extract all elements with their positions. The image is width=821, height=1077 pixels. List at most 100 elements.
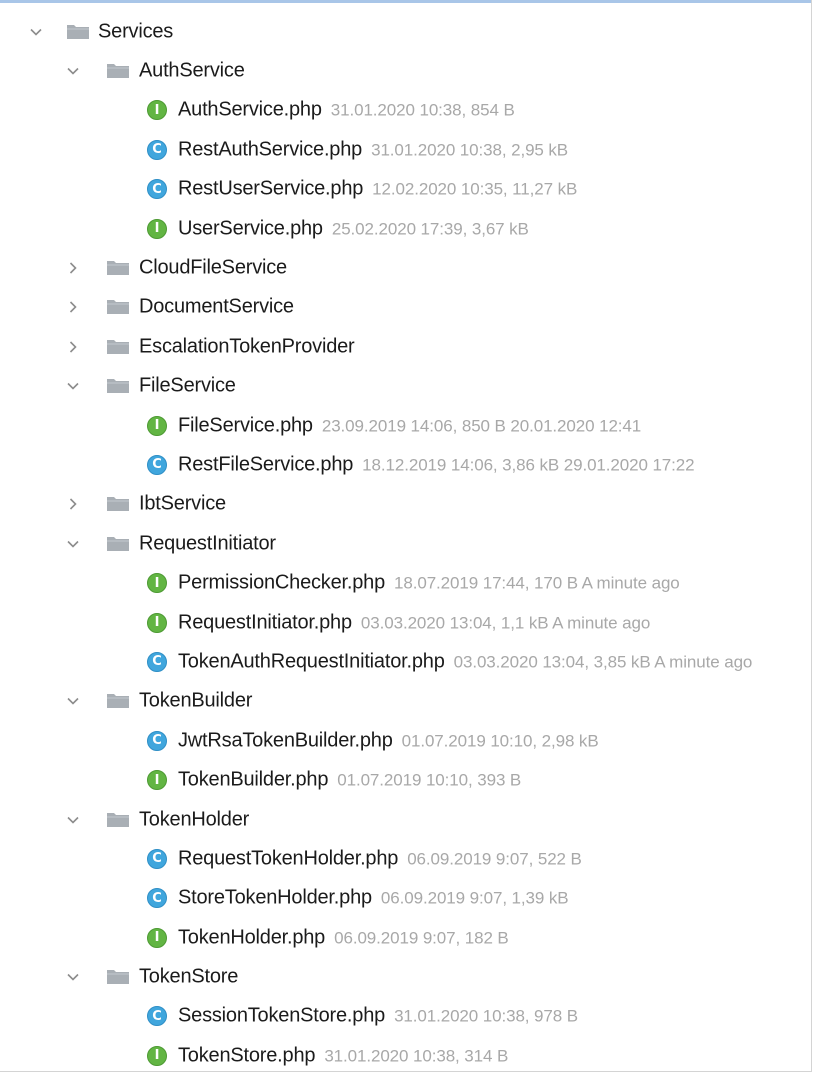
php-interface-icon: I [147,612,167,633]
tree-file[interactable]: C RequestTokenHolder.php 06.09.2019 9:07, … [0,839,811,878]
folder-icon [106,496,130,512]
tree-folder-token-builder[interactable]: TokenBuilder [0,682,811,721]
folder-icon [106,969,130,985]
tree-folder-request-initiator[interactable]: RequestInitiator [0,524,811,563]
file-label: StoreTokenHolder.php 06.09.2019 9:07, 1,3… [178,887,569,910]
folder-label: RequestInitiator [139,532,276,555]
file-meta: 06.09.2019 9:07, 522 B [407,849,582,869]
chevron-down-icon[interactable] [65,812,81,828]
file-name: JwtRsaTokenBuilder.php [178,729,393,752]
file-label: TokenHolder.php 06.09.2019 9:07, 182 B [178,926,509,949]
folder-icon [106,693,130,709]
chevron-down-icon[interactable] [65,693,81,709]
file-name: SessionTokenStore.php [178,1004,386,1027]
tree-file[interactable]: I FileService.php 23.09.2019 14:06, 850 B … [0,406,811,445]
php-class-icon: C [147,1006,167,1027]
tree-folder-token-store[interactable]: TokenStore [0,957,811,996]
tree-file[interactable]: C RestFileService.php 18.12.2019 14:06, 3,… [0,445,811,484]
file-name: RestFileService.php [178,453,354,476]
file-label: SessionTokenStore.php 31.01.2020 10:38, 9… [178,1005,578,1028]
file-name: FileService.php [178,414,313,437]
file-label: UserService.php 25.02.2020 17:39, 3,67 kB [178,217,529,240]
folder-label: TokenHolder [139,808,250,830]
tree-file[interactable]: I AuthService.php 31.01.2020 10:38, 854 B [0,91,811,130]
tree-file[interactable]: I TokenHolder.php 06.09.2019 9:07, 182 B [0,918,811,957]
tree-folder-auth-service[interactable]: AuthService [0,51,811,90]
file-label: AuthService.php 31.01.2020 10:38, 854 B [178,99,515,122]
php-class-icon: C [147,730,167,751]
tree-folder-document-service[interactable]: DocumentService [0,288,811,327]
file-label: FileService.php 23.09.2019 14:06, 850 B 2… [178,414,641,437]
file-label: RequestTokenHolder.php 06.09.2019 9:07, 5… [178,847,582,870]
file-name: RequestInitiator.php [178,611,352,634]
php-interface-icon: I [147,573,167,594]
folder-icon [106,536,130,552]
tree-folder-cloud-file-service[interactable]: CloudFileService [0,248,811,287]
tree-file[interactable]: C SessionTokenStore.php 31.01.2020 10:38, … [0,997,811,1036]
php-interface-icon: I [147,927,167,948]
tree-file[interactable]: I PermissionChecker.php 18.07.2019 17:44, … [0,563,811,602]
php-class-icon: C [147,179,167,200]
php-class-icon: C [147,848,167,869]
file-name: AuthService.php [178,98,322,121]
project-tree-panel: Services AuthService I AuthService.php 31.01… [0,0,812,1072]
file-label: RequestInitiator.php 03.03.2020 13:04, 1,… [178,611,650,634]
tree-file[interactable]: I TokenStore.php 31.01.2020 10:38, 314 B [0,1036,811,1071]
file-meta: 06.09.2019 9:07, 1,39 kB [380,888,569,908]
chevron-down-icon[interactable] [65,536,81,552]
folder-label: DocumentService [139,295,294,318]
tree-file[interactable]: C RestUserService.php 12.02.2020 10:35, 11… [0,170,811,209]
php-interface-icon: I [147,770,167,791]
chevron-right-icon[interactable] [65,260,81,276]
file-label: TokenBuilder.php 01.07.2019 10:10, 393 B [178,769,521,792]
project-tree: Services AuthService I AuthService.php 31.01… [0,12,811,1071]
tree-file[interactable]: I TokenBuilder.php 01.07.2019 10:10, 393 B [0,760,811,799]
tree-file[interactable]: I UserService.php 25.02.2020 17:39, 3,67 k… [0,209,811,248]
php-class-icon: C [147,888,167,909]
tree-folder-ibt-service[interactable]: IbtService [0,485,811,524]
file-meta: 31.01.2020 10:38, 978 B [394,1006,578,1026]
file-meta: 31.01.2020 10:38, 314 B [324,1046,509,1066]
chevron-down-icon[interactable] [65,378,81,394]
tree-folder-escalation-token-provider[interactable]: EscalationTokenProvider [0,327,811,366]
file-name: TokenBuilder.php [178,768,329,791]
folder-icon [106,63,130,79]
tree-file[interactable]: C RestAuthService.php 31.01.2020 10:38, 2,… [0,130,811,169]
php-interface-icon: I [147,1045,167,1066]
folder-label: TokenStore [139,965,239,988]
file-meta: 25.02.2020 17:39, 3,67 kB [331,219,529,239]
folder-label: FileService [139,374,236,397]
folder-label: AuthService [139,59,245,82]
tree-file[interactable]: C StoreTokenHolder.php 06.09.2019 9:07, 1,… [0,879,811,918]
chevron-right-icon[interactable] [65,339,81,355]
chevron-down-icon[interactable] [65,63,81,79]
file-name: StoreTokenHolder.php [178,886,372,909]
file-meta: 18.12.2019 14:06, 3,86 kB 29.01.2020 17:… [362,455,695,475]
chevron-down-icon[interactable] [28,24,44,40]
folder-label: Services [98,20,174,43]
tree-folder-token-holder[interactable]: TokenHolder [0,800,811,839]
file-label: RestUserService.php 12.02.2020 10:35, 11,… [178,178,577,201]
php-interface-icon: I [147,415,167,436]
folder-icon [106,260,130,276]
tree-folder-file-service[interactable]: FileService [0,367,811,406]
folder-icon [106,378,130,394]
php-class-icon: C [147,651,167,672]
file-name: TokenStore.php [178,1044,316,1067]
tree-file[interactable]: I RequestInitiator.php 03.03.2020 13:04, 1… [0,603,811,642]
folder-icon [106,299,130,315]
chevron-right-icon[interactable] [65,299,81,315]
tree-folder-services[interactable]: Services [0,12,811,51]
chevron-right-icon[interactable] [65,496,81,512]
chevron-down-icon[interactable] [65,969,81,985]
file-label: PermissionChecker.php 18.07.2019 17:44, 1… [178,572,680,595]
file-meta: 06.09.2019 9:07, 182 B [334,928,509,948]
folder-icon [66,24,90,40]
tree-file[interactable]: C TokenAuthRequestInitiator.php 03.03.2020… [0,642,811,681]
folder-label: CloudFileService [139,256,287,279]
file-label: TokenAuthRequestInitiator.php 03.03.2020 … [178,650,752,673]
file-name: TokenHolder.php [178,926,326,949]
tree-file[interactable]: C JwtRsaTokenBuilder.php 01.07.2019 10:10,… [0,721,811,760]
file-label: RestFileService.php 18.12.2019 14:06, 3,8… [178,453,695,476]
file-meta: 18.07.2019 17:44, 170 B A minute ago [394,573,680,593]
